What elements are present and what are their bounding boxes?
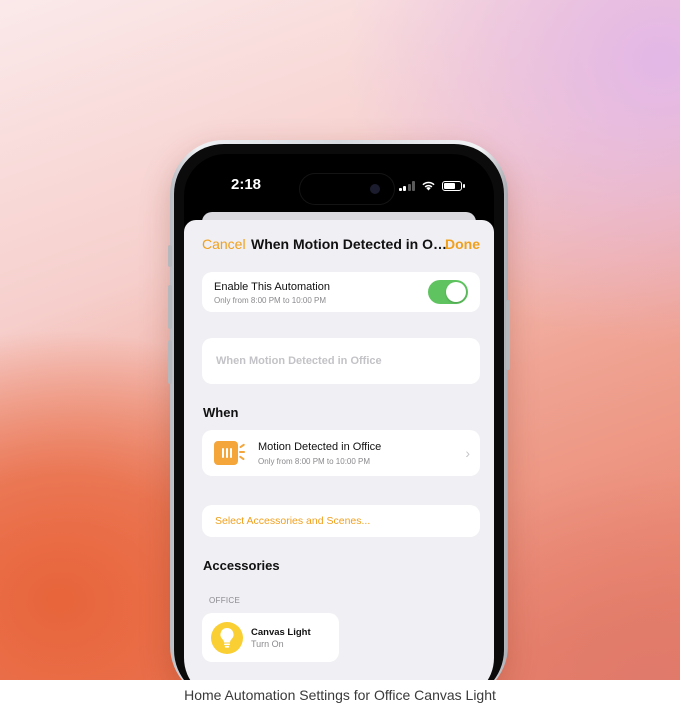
nav-title: When Motion Detected in Office	[251, 236, 447, 252]
select-accessories-row[interactable]: Select Accessories and Scenes...	[202, 505, 480, 537]
enable-automation-label: Enable This Automation	[214, 281, 330, 293]
lightbulb-icon	[211, 622, 243, 654]
enable-automation-toggle[interactable]	[428, 280, 468, 304]
chevron-right-icon: ›	[465, 445, 470, 461]
motion-sensor-icon	[214, 441, 245, 465]
trigger-schedule: Only from 8:00 PM to 10:00 PM	[258, 457, 371, 466]
phone-frame: 2:18 Cancel When Motion Detected in Offi…	[168, 140, 510, 680]
cancel-button[interactable]: Cancel	[202, 236, 246, 252]
hero-background: 2:18 Cancel When Motion Detected in Offi…	[0, 0, 680, 680]
image-caption: Home Automation Settings for Office Canv…	[0, 680, 680, 710]
phone-screen: 2:18 Cancel When Motion Detected in Offi…	[184, 154, 494, 680]
trigger-title: Motion Detected in Office	[258, 441, 382, 453]
accessory-tile-canvas-light[interactable]: Canvas Light Turn On	[202, 613, 339, 662]
enable-automation-row: Enable This Automation Only from 8:00 PM…	[202, 272, 480, 312]
automation-sheet: Cancel When Motion Detected in Office Do…	[184, 220, 494, 680]
enable-automation-schedule: Only from 8:00 PM to 10:00 PM	[214, 296, 327, 305]
accessory-action: Turn On	[251, 639, 284, 649]
phone-bezel: 2:18 Cancel When Motion Detected in Offi…	[174, 144, 504, 680]
select-accessories-link[interactable]: Select Accessories and Scenes...	[215, 515, 370, 527]
trigger-row[interactable]: Motion Detected in Office Only from 8:00…	[202, 430, 480, 476]
volume-down-button	[168, 340, 172, 384]
toggle-knob	[446, 282, 466, 302]
front-camera	[370, 184, 380, 194]
status-time: 2:18	[231, 176, 262, 193]
automation-name-input[interactable]	[202, 338, 480, 384]
when-section-title: When	[203, 405, 239, 420]
status-icons	[398, 180, 465, 191]
power-button	[506, 300, 510, 370]
nav-bar: Cancel When Motion Detected in Office Do…	[184, 234, 494, 256]
mute-switch	[168, 245, 172, 267]
cellular-signal-icon	[398, 180, 415, 191]
status-bar: 2:18	[184, 154, 494, 214]
volume-up-button	[168, 285, 172, 329]
wifi-icon	[422, 181, 435, 191]
done-button[interactable]: Done	[445, 236, 480, 252]
accessory-name: Canvas Light	[251, 627, 311, 638]
room-label: OFFICE	[209, 596, 241, 605]
accessories-section-title: Accessories	[203, 558, 280, 573]
automation-name-field	[202, 338, 480, 384]
battery-icon	[442, 180, 465, 191]
dynamic-island	[300, 174, 394, 204]
